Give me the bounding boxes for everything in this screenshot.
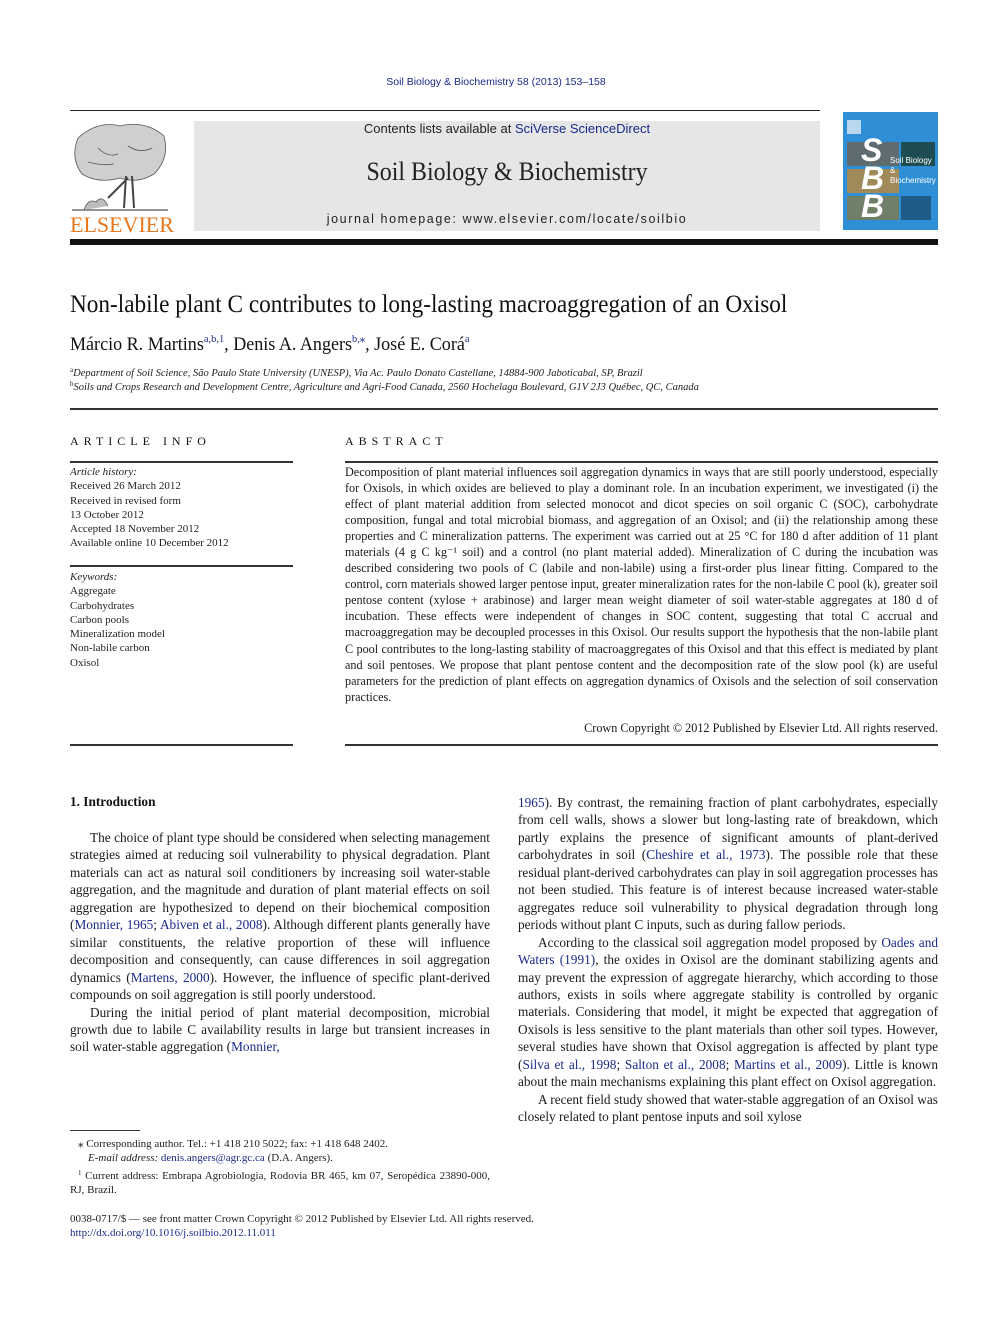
body-paragraph: The choice of plant type should be consi…	[70, 830, 490, 1003]
affiliation-a: aDepartment of Soil Science, São Paulo S…	[70, 366, 643, 379]
contents-prefix: Contents lists available at	[363, 121, 515, 136]
keywords-rule	[70, 565, 293, 567]
article-info-rule	[70, 461, 293, 463]
introduction-heading: 1. Introduction	[70, 794, 156, 809]
article-info-heading: ARTICLE INFO	[70, 434, 211, 448]
citation-link[interactable]: Martens, 2000	[131, 970, 210, 985]
journal-citation[interactable]: Soil Biology & Biochemistry 58 (2013) 15…	[0, 76, 992, 88]
email-label: E-mail address:	[88, 1152, 161, 1165]
author-list: Márcio R. Martinsa,b,1, Denis A. Angersb…	[70, 332, 470, 356]
body-paragraph: 1965). By contrast, the remaining fracti…	[518, 795, 938, 933]
article-info-bottom-rule	[70, 744, 293, 746]
cover-image-5	[901, 196, 931, 220]
citation-link[interactable]: Salton et al., 2008	[625, 1057, 726, 1072]
article-title: Non-labile plant C contributes to long-l…	[70, 291, 788, 318]
current-address-text: Current address: Embrapa Agrobiologia, R…	[70, 1169, 490, 1197]
footnotes: ⁎ Corresponding author. Tel.: +1 418 210…	[70, 1137, 490, 1198]
email-suffix: (D.A. Angers).	[264, 1152, 333, 1165]
keyword: Mineralization model	[70, 628, 165, 641]
keyword: Carbon pools	[70, 613, 129, 626]
journal-homepage-link[interactable]: journal homepage: www.elsevier.com/locat…	[194, 212, 820, 226]
cover-letter-b2: B	[861, 188, 885, 224]
author-affiliation-marks[interactable]: a	[465, 333, 470, 345]
cover-title-line2: Biochemistry	[890, 176, 936, 185]
email-note: E-mail address: denis.angers@agr.gc.ca (…	[70, 1151, 490, 1165]
journal-title: Soil Biology & Biochemistry	[366, 157, 648, 186]
body-paragraph: During the initial period of plant mater…	[70, 1004, 490, 1055]
keyword: Aggregate	[70, 585, 116, 598]
history-label: Article history:	[70, 466, 137, 478]
issn-line: 0038-0717/$ — see front matter Crown Cop…	[70, 1213, 534, 1225]
history-entry: Available online 10 December 2012	[70, 537, 229, 550]
author-affiliation-marks[interactable]: b,⁎	[352, 333, 365, 345]
history-entry: Received in revised form	[70, 494, 181, 507]
author-separator: ,	[224, 334, 234, 355]
email-link[interactable]: denis.angers@agr.gc.ca	[161, 1152, 265, 1164]
abstract-bottom-rule	[345, 744, 938, 746]
article-history: Article history: Received 26 March 2012 …	[70, 465, 294, 551]
corresponding-author-note: ⁎ Corresponding author. Tel.: +1 418 210…	[78, 1138, 388, 1150]
header-bottom-rule	[70, 239, 938, 245]
history-entry: 13 October 2012	[70, 508, 144, 521]
author-name[interactable]: Márcio R. Martins	[70, 334, 204, 355]
author-affiliation-marks[interactable]: a,b,1	[204, 333, 224, 345]
history-entry: Accepted 18 November 2012	[70, 523, 200, 536]
current-address-note: 1 Current address: Embrapa Agrobiologia,…	[70, 1166, 490, 1198]
doi-link[interactable]: http://dx.doi.org/10.1016/j.soilbio.2012…	[70, 1227, 276, 1239]
history-entry: Received 26 March 2012	[70, 480, 181, 493]
keyword: Carbohydrates	[70, 599, 135, 612]
keyword: Oxisol	[70, 656, 100, 669]
author-name[interactable]: José E. Corá	[374, 334, 465, 355]
affiliation-text: Department of Soil Science, São Paulo St…	[73, 368, 643, 379]
abstract-text: Decomposition of plant material influenc…	[345, 465, 938, 704]
abstract-copyright: Crown Copyright © 2012 Published by Else…	[584, 721, 938, 735]
cover-title-line1: Soil Biology &	[890, 156, 932, 175]
body-paragraph: A recent field study showed that water-s…	[518, 1091, 938, 1125]
sciencedirect-link[interactable]: SciVerse ScienceDirect	[515, 121, 650, 136]
cover-elsevier-mark	[847, 120, 861, 134]
citation-link[interactable]: Cheshire et al., 1973	[646, 847, 765, 862]
affiliation-text: Soils and Crops Research and Development…	[73, 382, 699, 393]
citation-link[interactable]: Martins et al., 2009	[734, 1057, 842, 1072]
journal-cover-thumbnail: S B B Soil Biology & Biochemistry	[843, 112, 938, 230]
elsevier-wordmark: ELSEVIER	[70, 212, 174, 237]
front-matter-footer: 0038-0717/$ — see front matter Crown Cop…	[70, 1212, 670, 1241]
header-top-rule	[70, 110, 820, 111]
abstract-heading: ABSTRACT	[345, 434, 448, 448]
body-column-right: 1965). By contrast, the remaining fracti…	[518, 794, 938, 1126]
affiliation-b: bSoils and Crops Research and Developmen…	[70, 380, 699, 393]
citation-link[interactable]: Monnier,	[231, 1039, 280, 1054]
citation-link[interactable]: Oades and Waters (1991)	[518, 935, 938, 967]
footnote-rule	[70, 1130, 140, 1131]
journal-banner: Contents lists available at SciVerse Sci…	[194, 121, 820, 231]
citation-link[interactable]: Abiven et al., 2008	[160, 917, 263, 932]
citation-link[interactable]: 1965	[518, 795, 545, 810]
body-paragraph: According to the classical soil aggregat…	[518, 934, 938, 1090]
contents-availability: Contents lists available at SciVerse Sci…	[194, 121, 820, 137]
citation-link[interactable]: Monnier, 1965	[74, 917, 153, 932]
author-name[interactable]: Denis A. Angers	[233, 334, 352, 355]
cover-title: Soil Biology & Biochemistry	[890, 156, 938, 186]
author-separator: ,	[365, 334, 375, 355]
keywords-label: Keywords:	[70, 571, 118, 583]
abstract-rule	[345, 461, 938, 463]
keyword: Non-labile carbon	[70, 642, 150, 655]
citation-link[interactable]: Silva et al., 1998	[522, 1057, 616, 1072]
body-column-left: The choice of plant type should be consi…	[70, 829, 490, 1056]
title-block-rule	[70, 408, 938, 410]
keywords-block: Keywords: Aggregate Carbohydrates Carbon…	[70, 570, 294, 670]
